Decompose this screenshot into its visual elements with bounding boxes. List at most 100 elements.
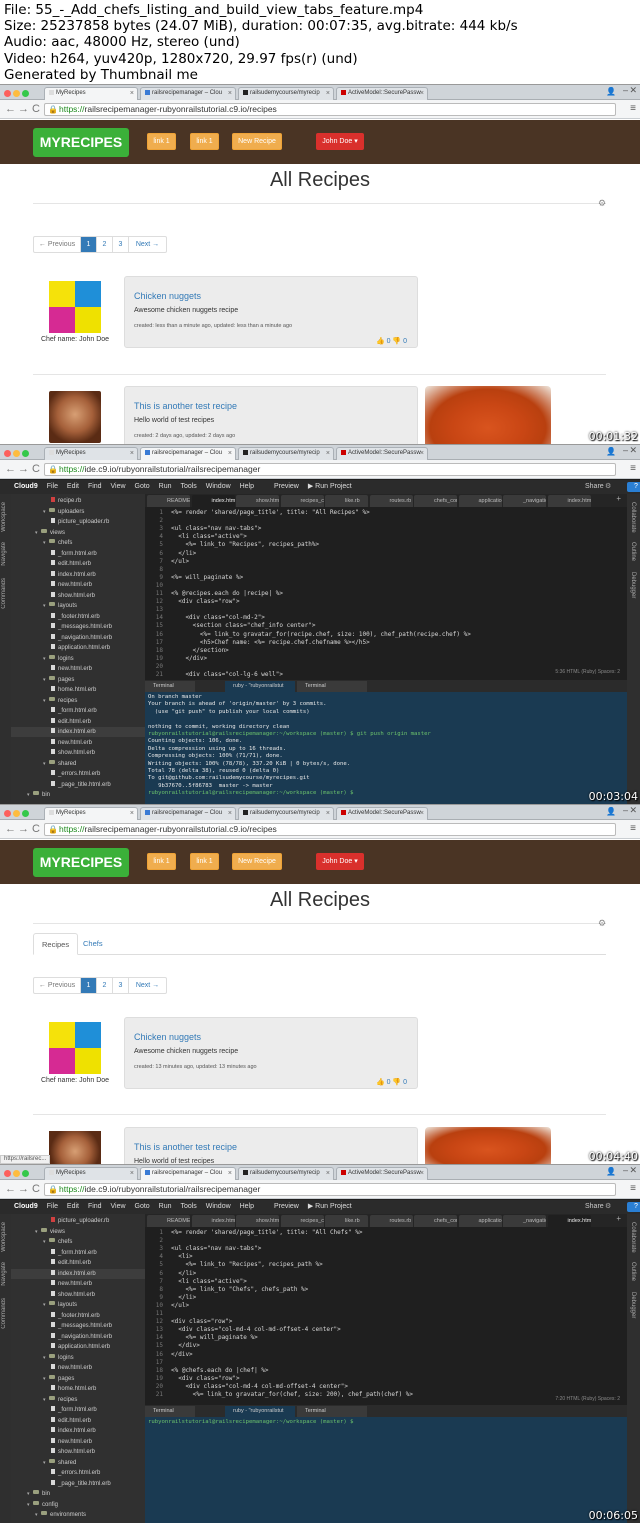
forward-icon[interactable]: → xyxy=(18,463,29,475)
tree-folder[interactable]: ▾ shared xyxy=(11,759,76,769)
recipe-title-link[interactable]: This is another test recipe xyxy=(134,1142,237,1152)
chef-avatar-photo[interactable] xyxy=(49,1131,101,1164)
editor-tab[interactable]: recipes_c xyxy=(280,495,324,507)
outline-tab[interactable]: Outline xyxy=(630,1262,636,1281)
browser-tab[interactable]: railsudemycourse/myrecip × xyxy=(238,807,334,820)
workspace-tab[interactable]: Workspace xyxy=(1,502,7,532)
terminal-output[interactable]: On branch master Your branch is ahead of … xyxy=(148,694,431,798)
user-dropdown[interactable]: John Doe ▾ xyxy=(316,853,364,870)
collaborate-tab[interactable]: Collaborate xyxy=(630,1222,636,1253)
like-buttons[interactable]: 👍 0 👎 0 xyxy=(376,337,407,345)
previous-page-link[interactable]: ← Previous xyxy=(34,978,81,993)
menu-help[interactable]: Help xyxy=(240,1200,254,1214)
commands-tab[interactable]: Commands xyxy=(1,578,7,609)
browser-tab[interactable]: ActiveModel::SecurePassw × xyxy=(336,807,428,820)
tree-file[interactable]: _footer.html.erb xyxy=(11,612,100,622)
window-controls[interactable] xyxy=(4,449,31,460)
editor-tab[interactable]: applicatio xyxy=(458,1215,502,1227)
editor-tab[interactable]: chefs_cor xyxy=(414,1215,457,1227)
tree-file[interactable]: new.html.erb xyxy=(11,1437,92,1447)
forward-icon[interactable]: → xyxy=(18,823,29,835)
new-recipe-button[interactable]: New Recipe xyxy=(232,853,282,870)
editor-tab[interactable]: index.htm xyxy=(547,495,591,507)
code-editor[interactable]: 1 <%= render 'shared/page_title', title: … xyxy=(145,1227,627,1405)
editor-tab[interactable]: _navigatic xyxy=(503,495,546,507)
forward-icon[interactable]: → xyxy=(18,103,29,115)
close-window-icon[interactable]: ✕ xyxy=(629,805,637,816)
tree-file[interactable]: new.html.erb xyxy=(11,580,92,590)
tree-file[interactable]: index.html.erb xyxy=(11,1426,96,1436)
browser-tab[interactable]: railsudemycourse/myrecip × xyxy=(238,87,334,100)
minimize-icon[interactable]: – xyxy=(623,805,628,815)
chef-avatar[interactable] xyxy=(49,281,101,333)
editor-tab[interactable]: show.htm xyxy=(236,495,279,507)
navigate-tab[interactable]: Navigate xyxy=(1,1262,7,1286)
tree-folder[interactable]: ▾ bin xyxy=(11,1489,50,1499)
tree-folder[interactable]: ▾ recipes xyxy=(11,1395,77,1405)
browser-tab[interactable]: MyRecipes × xyxy=(44,447,138,460)
recipe-title-link[interactable]: Chicken nuggets xyxy=(134,1032,201,1042)
debugger-tab[interactable]: Debugger xyxy=(630,1292,636,1318)
menu-icon[interactable]: ≡ xyxy=(630,463,636,474)
tree-file[interactable]: picture_uploader.rb xyxy=(11,517,109,527)
like-buttons[interactable]: 👍 0 👎 0 xyxy=(376,1078,407,1086)
run-project-button[interactable]: ▶ Run Project xyxy=(308,1200,352,1214)
tree-file[interactable]: picture_uploader.rb xyxy=(11,1216,109,1226)
run-project-button[interactable]: ▶ Run Project xyxy=(308,480,352,494)
tree-file[interactable]: application.html.erb xyxy=(11,1342,110,1352)
tree-file[interactable]: index.html.erb xyxy=(11,570,96,580)
tree-folder[interactable]: ▾ config xyxy=(11,1500,58,1510)
window-controls[interactable] xyxy=(4,89,31,100)
terminal-tab[interactable]: Terminal xyxy=(297,681,367,692)
page-3-link[interactable]: 3 xyxy=(113,237,129,252)
menu-file[interactable]: File xyxy=(47,1200,58,1214)
tree-file[interactable]: _errors.html.erb xyxy=(11,769,100,779)
menu-run[interactable]: Run xyxy=(159,480,172,494)
menu-find[interactable]: Find xyxy=(88,1200,102,1214)
tree-folder[interactable]: ▾ views xyxy=(11,1227,65,1237)
editor-tab[interactable]: routes.rb xyxy=(369,1215,413,1227)
menu-icon[interactable]: ≡ xyxy=(630,1183,636,1194)
tree-file[interactable]: show.html.erb xyxy=(11,591,95,601)
menu-tools[interactable]: Tools xyxy=(180,1200,196,1214)
next-page-link[interactable]: Next → xyxy=(129,978,166,993)
menu-icon[interactable]: ≡ xyxy=(630,103,636,114)
tree-file[interactable]: index.html.erb xyxy=(11,727,145,737)
tree-file[interactable]: edit.html.erb xyxy=(11,1416,91,1426)
terminal-tab[interactable]: Terminal xyxy=(297,1406,367,1417)
editor-tab[interactable]: _navigatic xyxy=(503,1215,546,1227)
link1-button[interactable]: link 1 xyxy=(147,853,176,870)
browser-tab[interactable]: railsrecipemanager – Clou × xyxy=(140,87,236,100)
tree-file[interactable]: new.html.erb xyxy=(11,738,92,748)
menu-icon[interactable]: ≡ xyxy=(630,823,636,834)
tree-file[interactable]: new.html.erb xyxy=(11,664,92,674)
editor-tab[interactable]: applicatio xyxy=(458,495,502,507)
tree-folder[interactable]: ▾ recipes xyxy=(11,696,77,706)
browser-tab[interactable]: ActiveModel::SecurePassw × xyxy=(336,1167,428,1180)
menu-run[interactable]: Run xyxy=(159,1200,172,1214)
next-page-link[interactable]: Next → xyxy=(129,237,166,252)
minimize-icon[interactable]: – xyxy=(623,85,628,95)
address-bar[interactable]: 🔒 https://ide.c9.io/rubyonrailstutorial/r… xyxy=(44,1183,616,1196)
address-bar[interactable]: 🔒 https://railsrecipemanager-rubyonrailst… xyxy=(44,823,616,836)
forward-icon[interactable]: → xyxy=(18,1183,29,1195)
page-1-link[interactable]: 1 xyxy=(81,978,97,993)
tree-folder[interactable]: ▾ chefs xyxy=(11,1237,72,1247)
back-icon[interactable]: ← xyxy=(5,463,16,475)
navigate-tab[interactable]: Navigate xyxy=(1,542,7,566)
menu-view[interactable]: View xyxy=(111,1200,126,1214)
tree-folder[interactable]: ▾ logins xyxy=(11,654,74,664)
editor-tab[interactable]: routes.rb xyxy=(369,495,413,507)
minimize-icon[interactable]: – xyxy=(623,1165,628,1175)
tree-file[interactable]: home.html.erb xyxy=(11,1384,96,1394)
tree-folder[interactable]: ▾ pages xyxy=(11,675,74,685)
cloud9-logo[interactable]: Cloud9 xyxy=(14,480,38,494)
tree-file[interactable]: _form.html.erb xyxy=(11,549,97,559)
gear-icon[interactable]: ⚙ xyxy=(605,1200,611,1214)
tree-file[interactable]: edit.html.erb xyxy=(11,717,91,727)
link1-button[interactable]: link 1 xyxy=(147,133,176,150)
tree-file[interactable]: new.html.erb xyxy=(11,1363,92,1373)
minimize-icon[interactable]: – xyxy=(623,445,628,455)
menu-tools[interactable]: Tools xyxy=(180,480,196,494)
back-icon[interactable]: ← xyxy=(5,103,16,115)
